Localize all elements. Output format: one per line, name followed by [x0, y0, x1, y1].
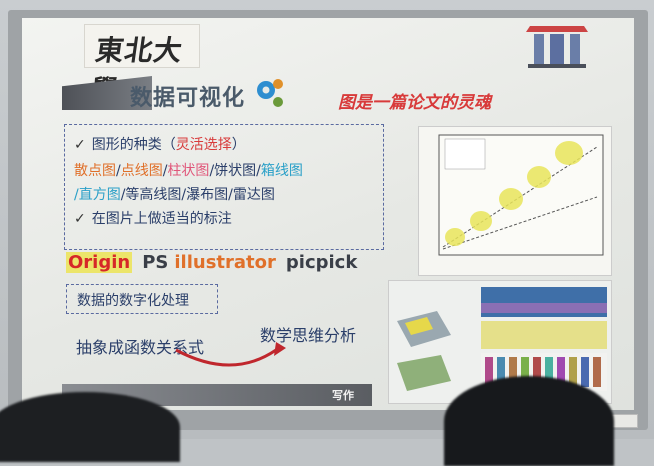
software-origin: Origin — [66, 252, 133, 273]
curved-arrow-icon — [175, 342, 286, 367]
annotation-label: 在图片上做适当的标注 — [91, 211, 232, 227]
slide: 東北大學 数据可视化 图是一篇论文的灵魂 ✓ 图形的种类（灵活选择） 散点图/点线… — [22, 18, 634, 410]
check-icon: ✓ — [74, 211, 86, 227]
audience-head-left — [0, 392, 180, 462]
software-picpick: picpick — [285, 252, 358, 273]
bar-label: 柱状图 — [167, 163, 210, 179]
bullet-chart-types: ✓ 图形的种类（灵活选择） — [74, 134, 246, 154]
digitize-label: 数据的数字化处理 — [77, 293, 189, 309]
boxplot-label: 箱线图 — [260, 163, 303, 179]
dotline-label: 点线图 — [120, 163, 163, 179]
histogram-label: /直方图 — [74, 187, 121, 203]
page-title: 数据可视化 — [130, 86, 246, 111]
gear-icon — [257, 79, 283, 107]
university-logo: 東北大學 — [84, 24, 200, 107]
footer-label: 写作 — [332, 389, 354, 402]
chart-types-label: 图形的种类（ — [91, 137, 176, 153]
paren-close: ） — [231, 137, 246, 153]
slide-subtitle: 图是一篇论文的灵魂 — [338, 93, 491, 113]
building-logo-icon — [526, 26, 588, 68]
software-illustrator: illustrator — [174, 252, 276, 273]
other-charts-label: /等高线图/瀑布图/雷达图 — [120, 187, 275, 203]
audience-head-right — [444, 376, 614, 466]
scatter-chart-thumbnail — [418, 126, 612, 276]
pie-label: /饼状图/ — [209, 163, 261, 179]
software-ps: PS — [142, 252, 169, 273]
digitize-box: 数据的数字化处理 — [66, 284, 218, 314]
chart-types-list-2: /直方图/等高线图/瀑布图/雷达图 — [74, 184, 275, 204]
scatter-label: 散点图 — [74, 163, 116, 179]
software-list: Origin PS illustrator picpick — [66, 252, 357, 273]
chart-types-list-1: 散点图/点线图/柱状图/饼状图/箱线图 — [74, 160, 303, 180]
check-icon: ✓ — [74, 137, 86, 153]
flexible-choice-label: 灵活选择 — [175, 137, 232, 153]
bullet-annotation: ✓ 在图片上做适当的标注 — [74, 208, 232, 228]
